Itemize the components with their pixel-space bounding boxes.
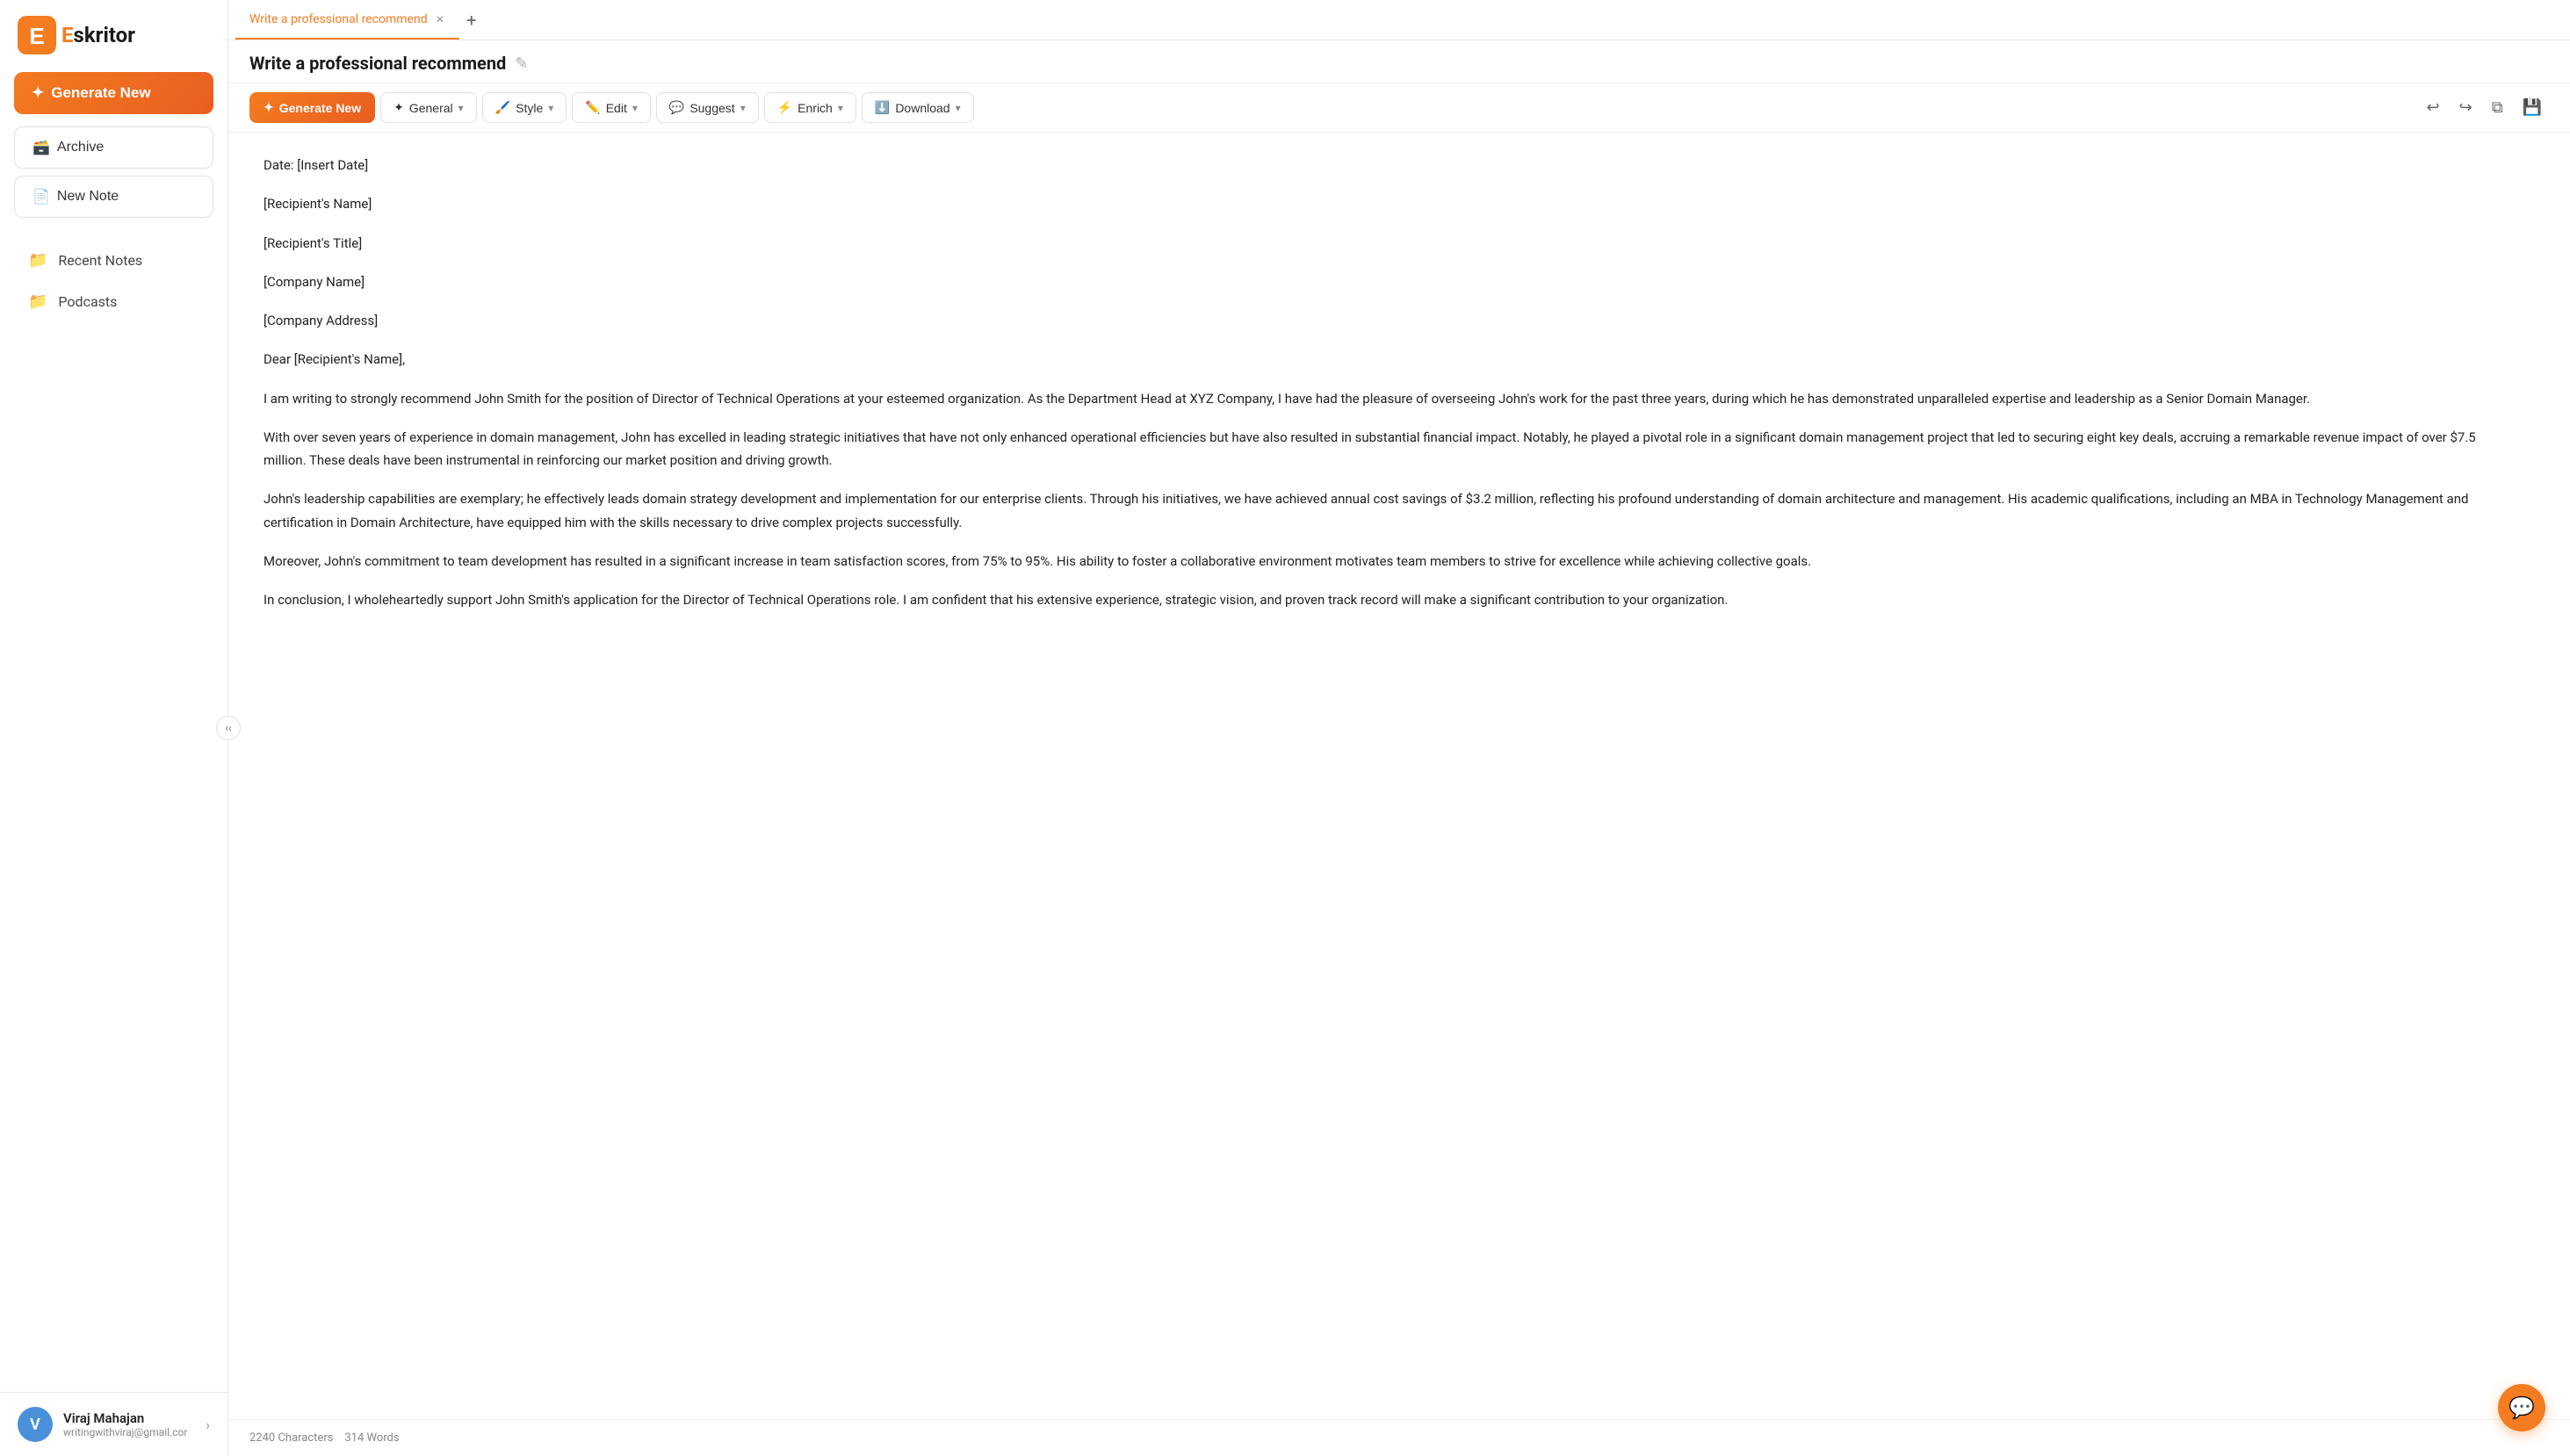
style-chevron-icon: ▾ <box>548 102 553 114</box>
enrich-chevron-icon: ▾ <box>838 102 843 114</box>
edit-chevron-icon: ▾ <box>632 102 638 114</box>
suggest-icon: 💬 <box>669 100 684 115</box>
logo-e: E <box>61 23 74 47</box>
sidebar-item-podcasts[interactable]: 📁 Podcasts <box>7 282 220 321</box>
doc-line-4: [Company Address] <box>263 309 2517 332</box>
enrich-label: Enrich <box>798 101 833 115</box>
logo-rest: skritor <box>74 23 135 47</box>
download-label: Download <box>895 101 949 115</box>
download-button[interactable]: ⬇️ Download ▾ <box>862 92 974 123</box>
enrich-icon: ⚡ <box>777 100 792 115</box>
doc-paragraph-1: I am writing to strongly recommend John … <box>263 387 2517 410</box>
generate-new-toolbar-button[interactable]: ✦ Generate New <box>249 92 375 123</box>
sidebar-item-recent-notes[interactable]: 📁 Recent Notes <box>7 241 220 280</box>
chat-support-button[interactable]: 💬 <box>2498 1384 2545 1431</box>
new-note-button[interactable]: 📄 New Note <box>14 176 213 218</box>
tab-main[interactable]: Write a professional recommend × <box>235 0 459 40</box>
generate-new-sidebar-button[interactable]: ✦ Generate New <box>14 72 213 114</box>
generate-new-toolbar-label: Generate New <box>279 101 361 115</box>
collapse-sidebar-button[interactable]: ‹‹ <box>216 716 241 740</box>
archive-label: Archive <box>57 140 104 155</box>
doc-line-0: Date: [Insert Date] <box>263 154 2517 177</box>
undo-button[interactable]: ↩ <box>2420 93 2447 122</box>
download-chevron-icon: ▾ <box>956 102 961 114</box>
sidebar-item-recent-notes-label: Recent Notes <box>58 252 142 269</box>
archive-button[interactable]: 🗃️ Archive <box>14 126 213 169</box>
folder-icon-recent: 📁 <box>28 251 47 270</box>
folder-icon-podcasts: 📁 <box>28 292 47 311</box>
doc-line-2: [Recipient's Title] <box>263 232 2517 255</box>
doc-paragraph-5: In conclusion, I wholeheartedly support … <box>263 588 2517 611</box>
user-info: Viraj Mahajan writingwithviraj@gmail.cor <box>63 1410 195 1438</box>
generate-new-sidebar-icon: ✦ <box>32 84 44 102</box>
new-note-icon: 📄 <box>32 188 50 205</box>
toolbar: ✦ Generate New ✦ General ▾ 🖌️ Style ▾ ✏️… <box>228 83 2570 133</box>
doc-edit-icon[interactable]: ✎ <box>515 54 528 73</box>
download-icon: ⬇️ <box>875 100 890 115</box>
new-note-label: New Note <box>57 189 119 205</box>
avatar-initial: V <box>30 1416 40 1434</box>
save-button[interactable]: 💾 <box>2516 93 2549 122</box>
general-button[interactable]: ✦ General ▾ <box>380 92 477 123</box>
main-content: Write a professional recommend × + Write… <box>228 0 2570 1456</box>
doc-line-5: Dear [Recipient's Name], <box>263 348 2517 371</box>
user-profile-chevron-icon: › <box>206 1416 210 1433</box>
sidebar: E Eskritor ✦ Generate New 🗃️ Archive 📄 N… <box>0 0 228 1456</box>
tab-main-label: Write a professional recommend <box>249 12 428 26</box>
tab-bar: Write a professional recommend × + <box>228 0 2570 40</box>
style-button[interactable]: 🖌️ Style ▾ <box>482 92 567 123</box>
archive-icon: 🗃️ <box>32 139 50 156</box>
status-chars-words: 2240 Characters 314 Words <box>249 1431 400 1445</box>
general-chevron-icon: ▾ <box>458 102 464 114</box>
redo-button[interactable]: ↪ <box>2452 93 2480 122</box>
suggest-chevron-icon: ▾ <box>740 102 746 114</box>
edit-icon: ✏️ <box>585 100 600 115</box>
general-icon: ✦ <box>393 100 404 115</box>
doc-line-1: [Recipient's Name] <box>263 192 2517 215</box>
doc-title-row: Write a professional recommend ✎ <box>249 53 528 74</box>
doc-paragraph-2: With over seven years of experience in d… <box>263 426 2517 472</box>
user-name: Viraj Mahajan <box>63 1410 195 1426</box>
doc-title: Write a professional recommend <box>249 53 506 74</box>
tab-add-button[interactable]: + <box>459 10 483 31</box>
generate-new-sidebar-label: Generate New <box>51 84 150 102</box>
enrich-button[interactable]: ⚡ Enrich ▾ <box>764 92 856 123</box>
doc-content: Date: [Insert Date] [Recipient's Name] [… <box>228 133 2570 1419</box>
user-email: writingwithviraj@gmail.cor <box>63 1426 195 1438</box>
word-count: 314 Words <box>344 1431 399 1445</box>
tab-close-icon[interactable]: × <box>435 9 446 29</box>
status-bar: 2240 Characters 314 Words <box>228 1419 2570 1456</box>
svg-text:E: E <box>29 23 44 49</box>
edit-button[interactable]: ✏️ Edit ▾ <box>572 92 651 123</box>
suggest-button[interactable]: 💬 Suggest ▾ <box>656 92 759 123</box>
doc-paragraph-3: John's leadership capabilities are exemp… <box>263 487 2517 534</box>
edit-label: Edit <box>606 101 627 115</box>
logo-icon: E <box>18 16 56 54</box>
general-label: General <box>409 101 453 115</box>
logo: E Eskritor <box>0 0 227 65</box>
user-profile[interactable]: V Viraj Mahajan writingwithviraj@gmail.c… <box>0 1392 227 1456</box>
sidebar-nav: 📁 Recent Notes 📁 Podcasts <box>0 232 227 1392</box>
char-count: 2240 Characters <box>249 1431 333 1445</box>
doc-line-3: [Company Name] <box>263 270 2517 293</box>
sidebar-item-podcasts-label: Podcasts <box>58 293 117 310</box>
style-icon: 🖌️ <box>495 100 510 115</box>
doc-header: Write a professional recommend ✎ <box>228 40 2570 83</box>
logo-text: Eskritor <box>61 23 135 47</box>
avatar: V <box>18 1407 53 1442</box>
generate-new-toolbar-icon: ✦ <box>263 100 274 115</box>
doc-paragraph-4: Moreover, John's commitment to team deve… <box>263 550 2517 573</box>
chat-icon: 💬 <box>2509 1395 2535 1420</box>
style-label: Style <box>516 101 543 115</box>
suggest-label: Suggest <box>689 101 734 115</box>
copy-button[interactable]: ⧉ <box>2485 93 2510 122</box>
